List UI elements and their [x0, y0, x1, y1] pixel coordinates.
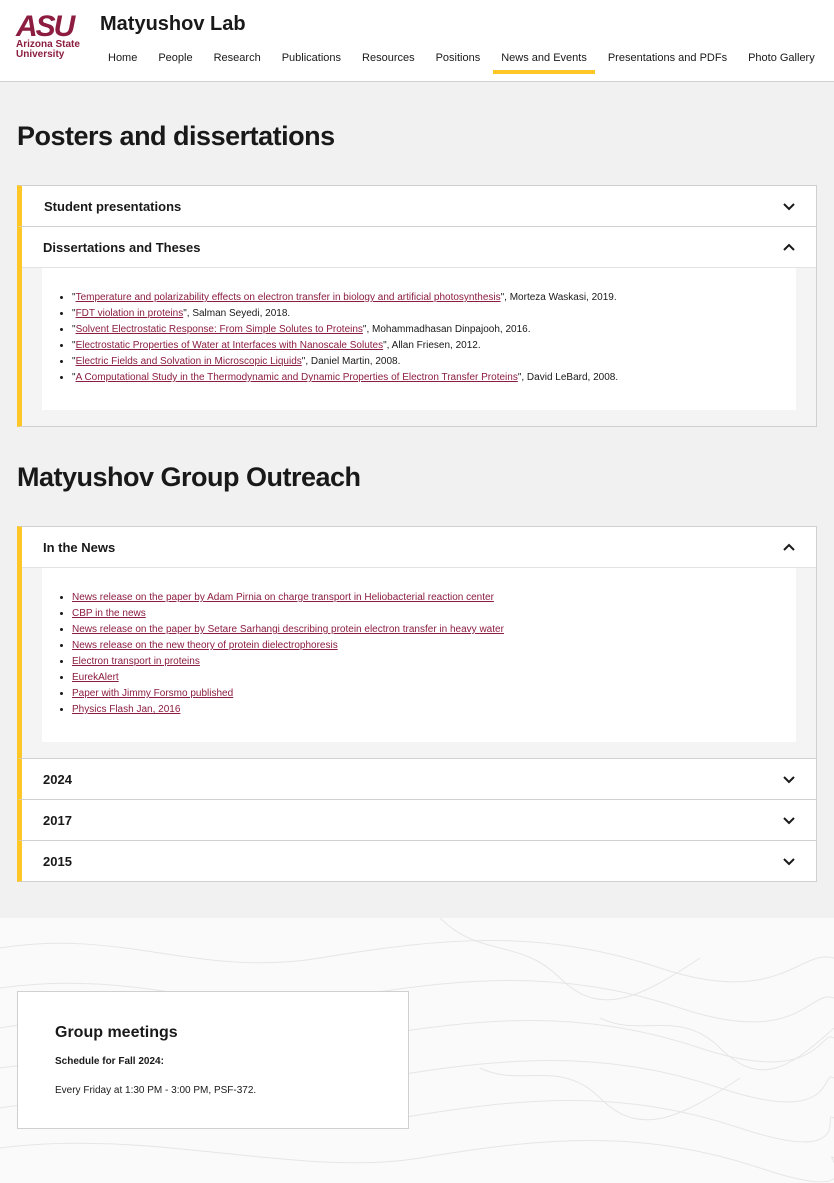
nav-home[interactable]: Home: [100, 52, 145, 74]
list-item: "Electric Fields and Solvation in Micros…: [72, 354, 776, 370]
accordion-header-2017[interactable]: 2017: [22, 800, 816, 840]
card-text: Every Friday at 1:30 PM - 3:00 PM, PSF-3…: [55, 1085, 257, 1096]
asu-logo-mark: ASU: [16, 10, 75, 43]
main-nav: Home People Research Publications Resour…: [100, 52, 828, 74]
list-item: "A Computational Study in the Thermodyna…: [72, 370, 776, 386]
nav-publications[interactable]: Publications: [274, 52, 349, 74]
list-item: News release on the paper by Adam Pirnia…: [72, 590, 776, 606]
asu-logo-text: Arizona State University: [16, 39, 80, 60]
dissertation-link[interactable]: Electrostatic Properties of Water at Int…: [76, 340, 384, 351]
chevron-up-icon[interactable]: [782, 540, 796, 554]
chevron-down-icon[interactable]: [782, 199, 796, 213]
news-link[interactable]: News release on the paper by Adam Pirnia…: [72, 592, 494, 603]
list-item: News release on the new theory of protei…: [72, 638, 776, 654]
card-subtitle: Schedule for Fall 2024:: [55, 1056, 164, 1067]
accordion-item-2024: 2024: [17, 758, 817, 800]
accordion-header-in-the-news[interactable]: In the News: [22, 527, 816, 567]
accordion-header-2015[interactable]: 2015: [22, 841, 816, 881]
dissertation-link[interactable]: Electric Fields and Solvation in Microsc…: [76, 356, 302, 367]
dissertation-meta: ", Mohammadhasan Dinpajooh, 2016.: [362, 324, 531, 335]
accordion-label: Student presentations: [44, 198, 182, 214]
accordion-item-dissertations: Dissertations and Theses "Temperature an…: [17, 226, 817, 427]
dissertation-meta: ", Daniel Martin, 2008.: [301, 356, 401, 367]
dissertation-link[interactable]: A Computational Study in the Thermodynam…: [76, 372, 518, 383]
accordion-body-in-the-news: News release on the paper by Adam Pirnia…: [22, 567, 816, 758]
accordion-item-2015: 2015: [17, 840, 817, 882]
news-link[interactable]: CBP in the news: [72, 608, 146, 619]
dissertation-link[interactable]: Temperature and polarizability effects o…: [76, 292, 501, 303]
accordion-header-dissertations[interactable]: Dissertations and Theses: [22, 227, 816, 267]
news-link[interactable]: EurekAlert: [72, 672, 119, 683]
accordion-label: 2015: [43, 853, 72, 869]
list-item: News release on the paper by Setare Sarh…: [72, 622, 776, 638]
nav-photo-gallery[interactable]: Photo Gallery: [740, 52, 823, 74]
accordion-label: In the News: [43, 539, 116, 555]
nav-presentations-and-pdfs[interactable]: Presentations and PDFs: [600, 52, 735, 74]
accordion-outreach: In the News News release on the paper by…: [17, 526, 817, 882]
news-link[interactable]: Paper with Jimmy Forsmo published: [72, 688, 233, 699]
chevron-down-icon[interactable]: [782, 813, 796, 827]
dissertation-link[interactable]: FDT violation in proteins: [76, 308, 184, 319]
asu-logo[interactable]: ASU Arizona State University: [16, 10, 86, 66]
section-title-posters: Posters and dissertations: [17, 121, 335, 151]
accordion-header-student-presentations[interactable]: Student presentations: [22, 186, 816, 226]
site-title[interactable]: Matyushov Lab: [100, 13, 246, 36]
dissertation-meta: ", Morteza Waskasi, 2019.: [500, 292, 617, 303]
list-item: Electron transport in proteins: [72, 654, 776, 670]
news-link[interactable]: News release on the paper by Setare Sarh…: [72, 624, 504, 635]
list-item: CBP in the news: [72, 606, 776, 622]
news-link[interactable]: Physics Flash Jan, 2016: [72, 704, 180, 715]
accordion-item-2017: 2017: [17, 799, 817, 841]
news-link[interactable]: Electron transport in proteins: [72, 656, 200, 667]
nav-news-and-events[interactable]: News and Events: [493, 52, 595, 74]
list-item: "Electrostatic Properties of Water at In…: [72, 338, 776, 354]
list-item: "Solvent Electrostatic Response: From Si…: [72, 322, 776, 338]
accordion-body-dissertations: "Temperature and polarizability effects …: [22, 267, 816, 426]
news-link[interactable]: News release on the new theory of protei…: [72, 640, 338, 651]
site-header: ASU Arizona State University Matyushov L…: [0, 0, 834, 82]
dissertations-panel: "Temperature and polarizability effects …: [42, 268, 796, 410]
list-item: Physics Flash Jan, 2016: [72, 702, 776, 718]
section-title-outreach: Matyushov Group Outreach: [17, 462, 361, 492]
chevron-down-icon[interactable]: [782, 772, 796, 786]
accordion-posters: Student presentations Dissertations and …: [17, 185, 817, 427]
dissertation-meta: ", Salman Seyedi, 2018.: [183, 308, 291, 319]
accordion-label: 2017: [43, 812, 72, 828]
accordion-header-2024[interactable]: 2024: [22, 759, 816, 799]
news-panel: News release on the paper by Adam Pirnia…: [42, 568, 796, 742]
accordion-item-student-presentations: Student presentations: [17, 185, 817, 227]
nav-people[interactable]: People: [150, 52, 200, 74]
chevron-up-icon[interactable]: [782, 240, 796, 254]
list-item: "Temperature and polarizability effects …: [72, 290, 776, 306]
accordion-item-in-the-news: In the News News release on the paper by…: [17, 526, 817, 759]
dissertation-link[interactable]: Solvent Electrostatic Response: From Sim…: [76, 324, 363, 335]
list-item: "FDT violation in proteins", Salman Seye…: [72, 306, 776, 322]
nav-research[interactable]: Research: [206, 52, 269, 74]
group-meetings-card: Group meetings Schedule for Fall 2024: E…: [17, 991, 409, 1129]
list-item: EurekAlert: [72, 670, 776, 686]
news-list: News release on the paper by Adam Pirnia…: [72, 590, 776, 718]
dissertation-meta: ", Allan Friesen, 2012.: [383, 340, 481, 351]
accordion-label: 2024: [43, 771, 72, 787]
dissertations-list: "Temperature and polarizability effects …: [72, 290, 776, 386]
accordion-label: Dissertations and Theses: [43, 239, 201, 255]
chevron-down-icon[interactable]: [782, 854, 796, 868]
card-title: Group meetings: [55, 1024, 178, 1041]
dissertation-meta: ", David LeBard, 2008.: [517, 372, 619, 383]
nav-resources[interactable]: Resources: [354, 52, 423, 74]
nav-positions[interactable]: Positions: [428, 52, 489, 74]
list-item: Paper with Jimmy Forsmo published: [72, 686, 776, 702]
